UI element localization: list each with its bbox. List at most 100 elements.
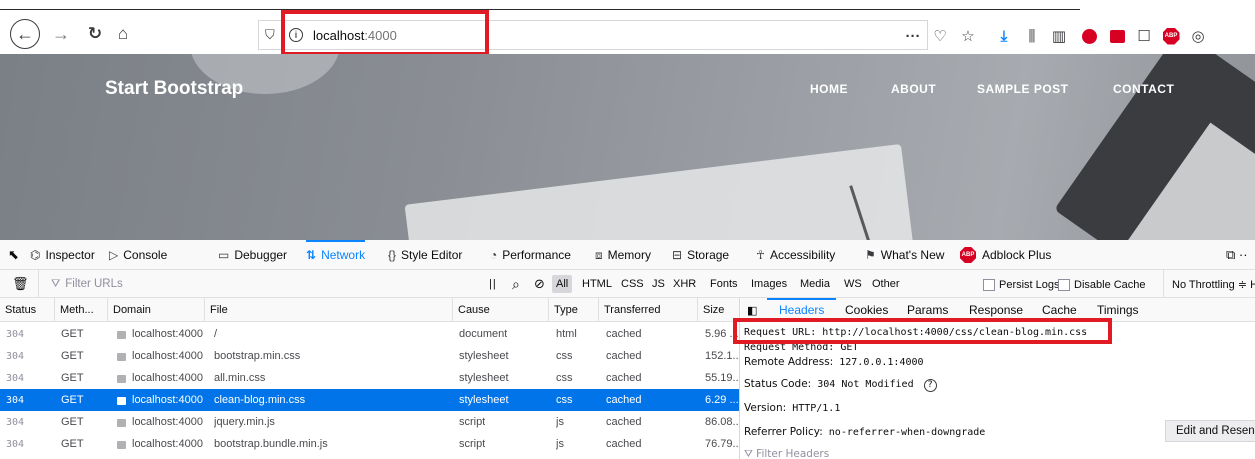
tab-whats-new-label: What's New (880, 248, 945, 262)
extension-red-icon[interactable] (1080, 26, 1098, 46)
filter-other[interactable]: Other (868, 275, 904, 293)
checkbox-box[interactable] (1058, 278, 1070, 291)
persist-logs-checkbox[interactable]: Persist Logs (983, 277, 1060, 292)
column-cause[interactable]: Cause (453, 298, 549, 322)
element-picker-icon[interactable]: ⬉ (8, 240, 26, 270)
row-status-text: 304 (6, 416, 25, 428)
help-icon[interactable]: ? (923, 379, 937, 392)
home-icon[interactable]: ⌂ (112, 22, 134, 46)
table-row[interactable]: 304 GET localhost:4000/document html cached 5… (0, 323, 739, 345)
performance-icon: ◔ (490, 248, 498, 262)
filter-ws[interactable]: WS (840, 275, 866, 293)
filter-headers-input[interactable]: ⛛ Filter Headers (744, 448, 829, 459)
column-domain[interactable]: Domain (108, 298, 205, 322)
row-method: GET (61, 389, 84, 411)
row-domain-text: localhost:4000 (132, 438, 203, 450)
column-transferred[interactable]: Transferred (599, 298, 698, 322)
library-icon[interactable]: ⫼ (1022, 26, 1042, 46)
nav-sample-post[interactable]: SAMPLE POST (977, 82, 1069, 96)
clear-trash-icon[interactable]: 🗑 (12, 270, 29, 298)
table-row[interactable]: 304 GET localhost:4000 jquery.min.js script j… (0, 411, 739, 433)
back-icon[interactable]: ← (10, 19, 40, 49)
page-hero: Start Bootstrap HOME ABOUT SAMPLE POST C… (0, 54, 1255, 240)
hero-notebook-shape (404, 143, 916, 240)
site-brand[interactable]: Start Bootstrap (105, 78, 243, 100)
tab-inspector-label: Inspector (45, 248, 95, 262)
search-icon[interactable]: ⌕ (512, 270, 520, 298)
pocket-icon[interactable]: ♡ (930, 26, 950, 46)
row-cause: document (459, 323, 507, 345)
filter-fonts[interactable]: Fonts (706, 275, 742, 293)
tab-adblock-plus[interactable]: ABP Adblock Plus (960, 240, 1051, 270)
row-size-text: 6.29 ... (705, 394, 739, 406)
filter-css[interactable]: CSS (617, 275, 648, 293)
filter-html[interactable]: HTML (578, 275, 616, 293)
bookmark-star-icon[interactable]: ☆ (958, 26, 978, 46)
table-row[interactable]: 304 GET localhost:4000 clean-blog.min.css st… (0, 389, 739, 411)
nav-home[interactable]: HOME (810, 82, 848, 96)
nav-about[interactable]: ABOUT (891, 82, 936, 96)
window-icon[interactable]: ☐ (1134, 26, 1154, 46)
row-type: css (556, 389, 573, 411)
reload-icon[interactable]: ↻ (84, 22, 106, 46)
disable-cache-checkbox[interactable]: Disable Cache (1058, 277, 1146, 292)
tab-network[interactable]: ⇅ Network (306, 240, 366, 270)
more-icon[interactable]: ··· (903, 26, 923, 46)
nav-contact[interactable]: CONTACT (1113, 82, 1174, 96)
row-method: GET (61, 345, 84, 367)
tab-storage[interactable]: ⊟ Storage (672, 240, 729, 270)
table-row[interactable]: 304 GET localhost:4000 all.min.css styleshee… (0, 367, 739, 389)
download-icon[interactable]: ⤓ (994, 26, 1014, 46)
extension-icon[interactable]: ◎ (1188, 26, 1208, 46)
lock-icon (117, 375, 126, 383)
tab-performance[interactable]: ◔ Performance (490, 240, 571, 270)
column-file[interactable]: File (205, 298, 453, 322)
adblock-icon[interactable]: ABP (1161, 26, 1181, 46)
throttling-select[interactable]: No Throttling ≑ H. (1163, 270, 1255, 298)
column-method[interactable]: Meth... (55, 298, 108, 322)
row-status: 304 (6, 411, 24, 433)
tab-whats-new[interactable]: ⚑ What's New (865, 240, 944, 270)
lock-icon (117, 441, 126, 449)
filter-images[interactable]: Images (747, 275, 791, 293)
tab-memory[interactable]: ⧈ Memory (595, 240, 651, 270)
edit-and-resend-button[interactable]: Edit and Resen (1165, 420, 1255, 442)
filter-xhr[interactable]: XHR (669, 275, 700, 293)
extension-red-square-icon[interactable] (1108, 26, 1126, 46)
row-transferred-text: cached (606, 394, 642, 406)
row-size: 76.79... (705, 433, 739, 455)
block-icon[interactable]: ⊘ (534, 270, 545, 298)
lock-icon (117, 353, 126, 361)
row-file: jquery.min.js (214, 411, 275, 433)
column-status[interactable]: Status (0, 298, 55, 322)
filter-js[interactable]: JS (648, 275, 669, 293)
tab-debugger[interactable]: ▭ Debugger (218, 240, 287, 270)
row-method-text: GET (61, 372, 84, 384)
column-type[interactable]: Type (549, 298, 599, 322)
lock-icon (117, 397, 126, 405)
sidebar-icon[interactable]: ▥ (1050, 26, 1068, 46)
row-transferred-text: cached (606, 372, 642, 384)
forward-icon[interactable]: → (50, 22, 72, 46)
row-type: css (556, 345, 573, 367)
tab-style-editor[interactable]: {} Style Editor (388, 240, 462, 270)
dock-options-icon[interactable]: ⧉ ·· (1226, 240, 1248, 270)
inspector-icon: ⌬ (30, 248, 41, 262)
row-size-text: 152.1... (705, 350, 739, 362)
filter-all[interactable]: All (552, 275, 573, 293)
status-code-label: Status Code: (744, 378, 812, 390)
table-row[interactable]: 304 GET localhost:4000 bootstrap.min.css sty… (0, 345, 739, 367)
tab-console[interactable]: ▷ Console (109, 240, 167, 270)
table-header: Status Meth... Domain File Cause Type Tr… (0, 298, 739, 322)
filter-urls-input[interactable]: ⛛ Filter URLs (38, 270, 478, 298)
tab-inspector[interactable]: ⌬ Inspector (30, 240, 95, 270)
row-cause-text: document (459, 328, 508, 340)
pause-icon[interactable]: || (489, 270, 497, 298)
referrer-policy-label: Referrer Policy: (744, 426, 823, 438)
row-domain: localhost:4000 (117, 411, 203, 433)
tab-accessibility[interactable]: ☥ Accessibility (756, 240, 835, 270)
checkbox-box[interactable] (983, 278, 995, 291)
filter-media[interactable]: Media (796, 275, 834, 293)
table-row[interactable]: 304 GET localhost:4000 bootstrap.bundle.min… (0, 433, 739, 455)
shield-icon[interactable]: ⛉ (265, 27, 281, 43)
